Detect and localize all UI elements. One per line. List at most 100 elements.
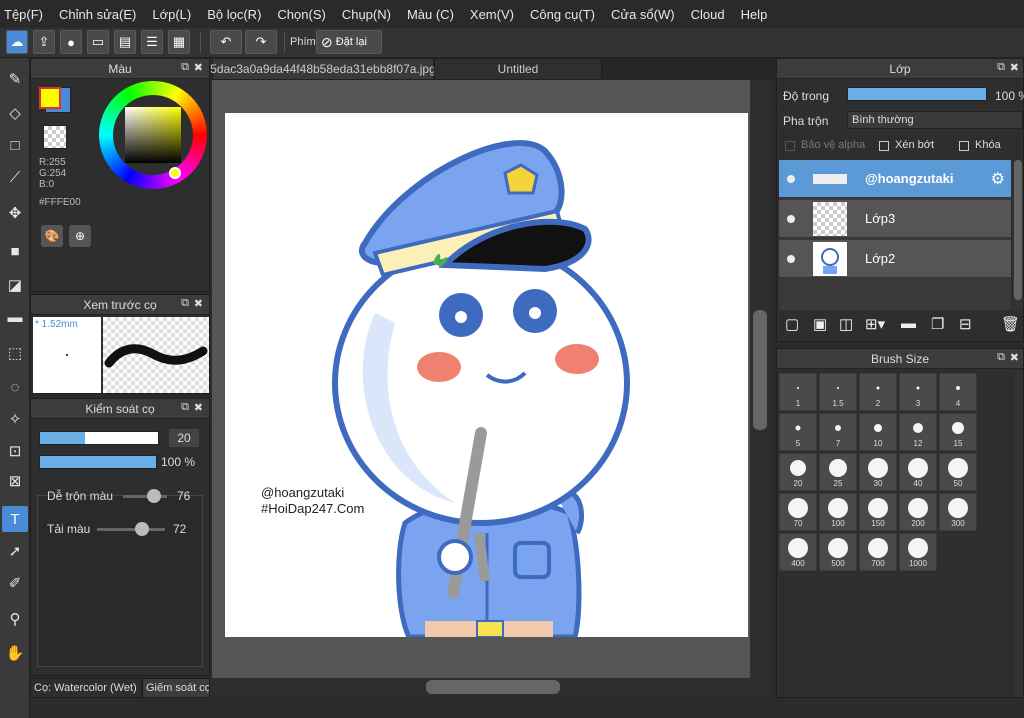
brush-size-cell[interactable]: 4 xyxy=(939,373,977,411)
brush-size-cell[interactable]: 500 xyxy=(819,533,857,571)
menu-window[interactable]: Cửa sổ(W) xyxy=(611,7,675,22)
dot-line-icon[interactable]: ⟋ xyxy=(2,164,28,190)
duplicate-icon[interactable]: ❐ xyxy=(931,315,944,333)
brush-size-cell[interactable]: 7 xyxy=(819,413,857,451)
move-icon[interactable]: ✥ xyxy=(2,200,28,226)
brush-size-cell[interactable]: 50 xyxy=(939,453,977,491)
clipping-checkbox[interactable] xyxy=(879,141,889,151)
cloud-icon[interactable]: ☁ xyxy=(6,30,28,54)
popout-icon[interactable]: ⧉ xyxy=(181,401,189,414)
menu-filter[interactable]: Bộ lọc(R) xyxy=(207,7,261,22)
brush-size-cell[interactable]: 400 xyxy=(779,533,817,571)
brush-size-cell[interactable]: 25 xyxy=(819,453,857,491)
brush-size-cell[interactable]: 700 xyxy=(859,533,897,571)
vertical-scrollbar[interactable] xyxy=(750,80,770,678)
brush-tab[interactable]: Cọ: Watercolor (Wet) xyxy=(30,678,142,698)
eraser-icon[interactable]: ◇ xyxy=(2,100,28,126)
popout-icon[interactable]: ⧉ xyxy=(181,61,189,74)
comment-icon[interactable]: ▭ xyxy=(87,30,109,54)
chat-icon[interactable]: ● xyxy=(60,30,82,54)
brush-size-cell[interactable]: 15 xyxy=(939,413,977,451)
new-layer-8bit-icon[interactable]: ▣ xyxy=(813,315,827,333)
brush-size-cell[interactable]: 100 xyxy=(819,493,857,531)
size-slider[interactable] xyxy=(39,431,159,445)
document-icon[interactable]: ▤ xyxy=(114,30,136,54)
list-icon[interactable]: ☰ xyxy=(141,30,163,54)
gear-icon[interactable]: ⚙ xyxy=(991,169,1005,189)
tab-untitled[interactable]: Untitled xyxy=(434,58,602,80)
layer-opacity-slider[interactable] xyxy=(847,87,987,101)
hand-icon[interactable]: ✋ xyxy=(2,640,28,666)
fg-color-swatch[interactable] xyxy=(39,87,61,109)
menu-layer[interactable]: Lớp(L) xyxy=(152,7,191,22)
brush-size-cell[interactable]: 3 xyxy=(899,373,937,411)
size-value[interactable]: 20 xyxy=(169,429,199,447)
brush-control-tab[interactable]: Giếm soát cọ xyxy=(142,678,210,698)
protect-alpha-checkbox[interactable] xyxy=(785,141,795,151)
brush-size-scrollbar[interactable] xyxy=(1015,371,1023,697)
brush-size-cell[interactable]: 5 xyxy=(779,413,817,451)
undo-icon[interactable]: ↶ xyxy=(210,30,242,54)
blend-knob[interactable] xyxy=(147,489,161,503)
menu-view[interactable]: Xem(V) xyxy=(470,7,514,22)
brush-size-cell[interactable]: 1000 xyxy=(899,533,937,571)
export-icon[interactable]: ⇪ xyxy=(33,30,55,54)
brush-size-cell[interactable]: 40 xyxy=(899,453,937,491)
lasso-icon[interactable]: ◌ xyxy=(2,374,28,400)
new-layer-icon[interactable]: ▢ xyxy=(785,315,799,333)
close-icon[interactable]: ✖ xyxy=(194,61,203,74)
horizontal-scrollbar[interactable] xyxy=(212,678,770,696)
pointer-icon[interactable]: ➚ xyxy=(2,538,28,564)
visibility-icon[interactable] xyxy=(787,214,795,223)
menu-cloud[interactable]: Cloud xyxy=(691,7,725,22)
brush-size-cell[interactable]: 2 xyxy=(859,373,897,411)
saturation-square[interactable] xyxy=(125,107,181,163)
select-eraser-icon[interactable]: ⊠ xyxy=(2,468,28,494)
brush-size-cell[interactable]: 30 xyxy=(859,453,897,491)
trash-icon[interactable]: 🗑 xyxy=(1001,315,1020,333)
fill-rect-icon[interactable]: ■ xyxy=(2,238,28,264)
brush-size-cell[interactable]: 200 xyxy=(899,493,937,531)
menu-color[interactable]: Màu (C) xyxy=(407,7,454,22)
vertical-scroll-thumb[interactable] xyxy=(753,310,767,430)
transparent-swatch[interactable] xyxy=(43,125,67,149)
visibility-icon[interactable] xyxy=(787,174,795,183)
popout-icon[interactable]: ⧉ xyxy=(181,297,189,310)
add-layer-dropdown-icon[interactable]: ⊞▾ xyxy=(865,315,885,333)
merge-icon[interactable]: ⊟ xyxy=(959,315,972,333)
menu-select[interactable]: Chọn(S) xyxy=(277,7,325,22)
close-icon[interactable]: ✖ xyxy=(194,401,203,414)
opacity-slider[interactable] xyxy=(39,455,157,469)
popout-icon[interactable]: ⧉ xyxy=(997,61,1005,74)
close-icon[interactable]: ✖ xyxy=(1010,61,1019,74)
popout-icon[interactable]: ⧉ xyxy=(997,351,1005,364)
tab-image[interactable]: 5dac3a0a9da44f48b58eda31ebb8f07a.jpg xyxy=(210,58,436,80)
hue-handle[interactable] xyxy=(169,167,181,179)
layer-row-lop2[interactable]: Lớp2 xyxy=(779,240,1011,278)
visibility-icon[interactable] xyxy=(787,254,795,263)
new-layer-1bit-icon[interactable]: ◫ xyxy=(839,315,853,333)
select-rect-icon[interactable]: ⬚ xyxy=(2,340,28,366)
horizontal-scroll-thumb[interactable] xyxy=(426,680,560,694)
brush-size-cell[interactable]: 12 xyxy=(899,413,937,451)
palette-add-icon[interactable]: ⊕ xyxy=(69,225,91,247)
reset-button[interactable]: ⊘ Đặt lại xyxy=(316,30,382,54)
brush-size-cell[interactable]: 20 xyxy=(779,453,817,491)
layer-scrollbar[interactable] xyxy=(1013,160,1023,310)
layer-row-hoangzutaki[interactable]: @hoangzutaki ⚙ xyxy=(779,160,1011,198)
brush-size-cell[interactable]: 70 xyxy=(779,493,817,531)
lock-checkbox[interactable] xyxy=(959,141,969,151)
brush-size-cell[interactable]: 1 xyxy=(779,373,817,411)
layer-row-lop3[interactable]: Lớp3 xyxy=(779,200,1011,238)
dilution-knob[interactable] xyxy=(135,522,149,536)
bucket-icon[interactable]: ◪ xyxy=(2,272,28,298)
magic-wand-icon[interactable]: ✧ xyxy=(2,406,28,432)
menu-tools[interactable]: Công cụ(T) xyxy=(530,7,595,22)
brush-icon[interactable]: ✎ xyxy=(2,66,28,92)
eyedropper-icon[interactable]: ⚲ xyxy=(2,606,28,632)
select-pen-icon[interactable]: ⊡ xyxy=(2,438,28,464)
brush-size-cell[interactable]: 10 xyxy=(859,413,897,451)
pen-icon[interactable]: ✐ xyxy=(2,570,28,596)
menu-capture[interactable]: Chụp(N) xyxy=(342,7,391,22)
drawing-canvas[interactable]: @hoangzutaki #HoiDap247.Com xyxy=(225,113,748,637)
